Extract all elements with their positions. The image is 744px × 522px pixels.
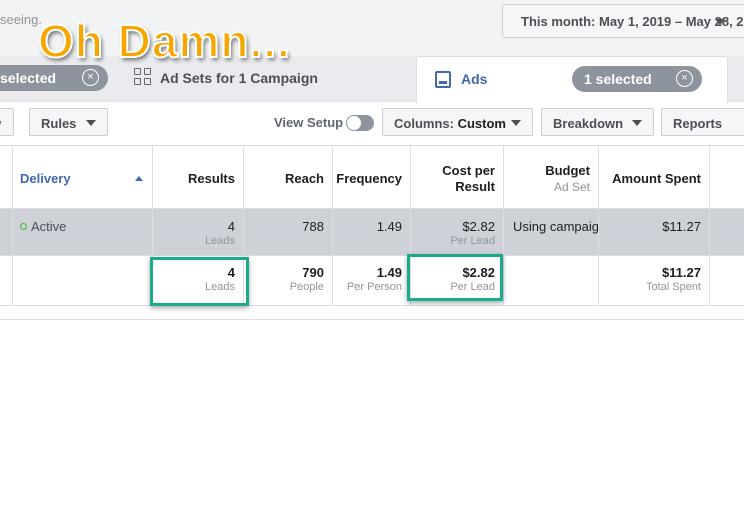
row-spent-value: $11.27 [662,219,701,234]
totals-reach-value: 790 [302,265,324,280]
breakdown-dropdown[interactable]: Breakdown [541,108,654,136]
column-budget-label: Budget [545,163,590,178]
row-frequency-value: 1.49 [376,219,402,234]
table-row[interactable]: Active 4 Leads 788 1.49 $2.82 Per Lead U… [0,209,744,256]
row-results: 4 Leads [153,209,244,255]
chevron-down-icon [511,120,521,126]
row-spent: $11.27 [599,209,710,255]
reports-label: Reports [673,116,723,131]
partial-button[interactable]: w [0,108,14,136]
tab-ad-sets-label: Ad Sets for 1 Campaign [160,70,318,86]
overlay-caption: Oh Damn... [37,15,291,67]
totals-spent-value: $11.27 [661,265,701,280]
highlight-results-box [150,257,249,306]
close-icon[interactable]: × [82,69,99,86]
row-cost: $2.82 Per Lead [411,209,504,255]
view-setup-label: View Setup [274,115,344,130]
columns-label: Columns: [394,116,454,131]
column-reach[interactable]: Reach [244,146,333,208]
rules-button[interactable]: Rules [29,108,108,136]
sort-up-icon [135,176,143,181]
column-reach-label: Reach [284,171,324,186]
rules-label: Rules [41,116,77,131]
reports-dropdown[interactable]: Reports [661,108,744,136]
column-results-label: Results [188,171,235,186]
column-frequency-label: Frequency [336,171,402,186]
ads-selected-pill[interactable]: 1 selected × [572,66,702,92]
campaigns-selected-label: selected [0,70,57,86]
totals-frequency: 1.49 Per Person [333,256,411,305]
column-overflow [710,146,744,208]
column-cost-per-result[interactable]: Cost per Result [411,146,504,208]
column-frequency[interactable]: Frequency [333,146,411,208]
totals-budget [504,256,599,305]
ads-selected-label: 1 selected [584,71,652,87]
totals-overflow [710,256,744,305]
row-checkbox[interactable] [0,209,13,255]
column-amount-spent[interactable]: Amount Spent [599,146,710,208]
row-cost-sub: Per Lead [450,235,495,247]
column-delivery-label: Delivery [20,171,71,186]
table-header: Delivery Results Reach Frequency Cost pe… [0,145,744,209]
row-results-value: 4 [227,219,235,234]
row-budget: Using campaign budget [504,209,599,255]
view-setup-toggle[interactable] [346,115,374,131]
row-frequency: 1.49 [333,209,411,255]
row-overflow [710,209,744,255]
tab-ads-label: Ads [461,71,488,87]
column-budget[interactable]: Budget Ad Set [504,146,599,208]
column-results[interactable]: Results [153,146,244,208]
totals-reach: 790 People [244,256,333,305]
column-budget-sub: Ad Set [553,180,590,194]
chevron-down-icon [632,120,642,126]
row-reach-value: 788 [302,219,324,234]
row-cost-value: $2.82 [462,219,495,234]
chevron-down-icon [86,120,96,126]
totals-reach-sub: People [289,281,324,293]
columns-value: Custom [457,116,506,131]
ads-icon [435,71,451,88]
highlight-cost-box [407,254,503,301]
toolbar: w Rules View Setup Columns: Custom Break… [0,103,744,145]
checkbox-column[interactable] [0,146,13,208]
totals-spent-sub: Total Spent [645,281,701,293]
totals-frequency-sub: Per Person [346,281,402,293]
tab-ads[interactable]: Ads 1 selected × [416,56,728,103]
totals-spent: $11.27 Total Spent [599,256,710,305]
totals-frequency-value: 1.49 [376,265,402,280]
breakdown-label: Breakdown [553,116,624,131]
column-spent-label: Amount Spent [612,171,701,186]
column-cost-label: Cost per Result [442,163,495,194]
notice-text: seeing. [0,12,42,27]
partial-button-label: w [0,116,1,131]
close-icon[interactable]: × [676,70,693,87]
totals-delivery [13,256,153,305]
delivery-status: Active [20,219,66,234]
status-dot-icon [20,223,27,230]
divider [0,319,744,320]
totals-row: 4 Leads 790 People 1.49 Per Person $2.82… [0,256,744,306]
columns-dropdown[interactable]: Columns: Custom [382,108,533,136]
campaigns-selected-pill[interactable]: selected × [0,65,108,91]
totals-spacer [0,256,13,305]
date-range-label: This month: May 1, 2019 – May 28, 2019 [521,14,744,29]
chevron-down-icon [715,19,725,25]
delivery-status-label: Active [31,219,67,234]
row-results-sub: Leads [205,235,235,247]
date-range-dropdown[interactable]: This month: May 1, 2019 – May 28, 2019 [502,4,744,38]
row-budget-value: Using campaign budget [513,219,599,234]
row-reach: 788 [244,209,333,255]
column-delivery[interactable]: Delivery [13,146,153,208]
